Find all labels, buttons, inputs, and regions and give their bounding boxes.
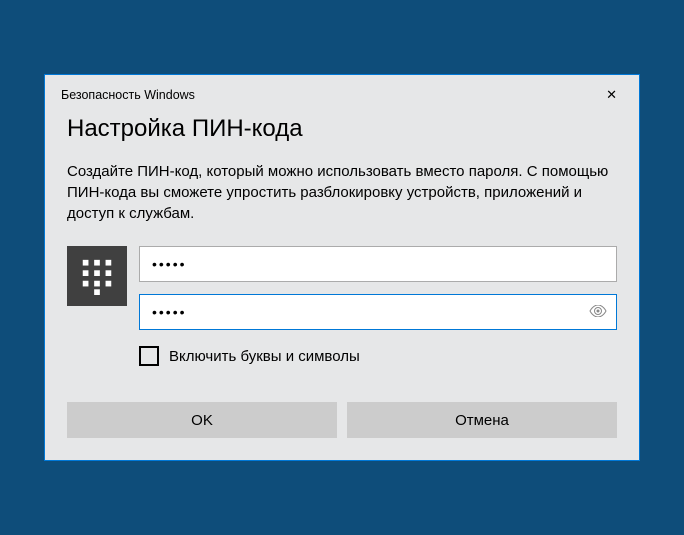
pin-confirm-input[interactable] <box>139 294 617 330</box>
pin-input-wrap <box>139 246 617 282</box>
dialog-content: Настройка ПИН-кода Создайте ПИН-код, кот… <box>45 109 639 460</box>
dialog-buttons: OK Отмена <box>67 402 617 438</box>
page-title: Настройка ПИН-кода <box>67 115 617 143</box>
titlebar: Безопасность Windows ✕ <box>45 75 639 109</box>
security-dialog: Безопасность Windows ✕ Настройка ПИН-код… <box>44 74 640 461</box>
letters-symbols-checkbox[interactable] <box>139 346 159 366</box>
dialog-description: Создайте ПИН-код, который можно использо… <box>67 161 617 224</box>
ok-button[interactable]: OK <box>67 402 337 438</box>
close-icon[interactable]: ✕ <box>600 85 623 105</box>
checkbox-label: Включить буквы и символы <box>169 348 360 365</box>
pin-input[interactable] <box>139 246 617 282</box>
pin-keypad-icon <box>67 246 127 306</box>
pin-inputs <box>139 246 617 330</box>
reveal-password-icon[interactable] <box>589 304 607 320</box>
pin-confirm-input-wrap <box>139 294 617 330</box>
pin-form-row <box>67 246 617 330</box>
titlebar-title: Безопасность Windows <box>61 88 195 102</box>
keypad-icon <box>78 257 116 295</box>
cancel-button[interactable]: Отмена <box>347 402 617 438</box>
checkbox-row: Включить буквы и символы <box>139 346 617 366</box>
